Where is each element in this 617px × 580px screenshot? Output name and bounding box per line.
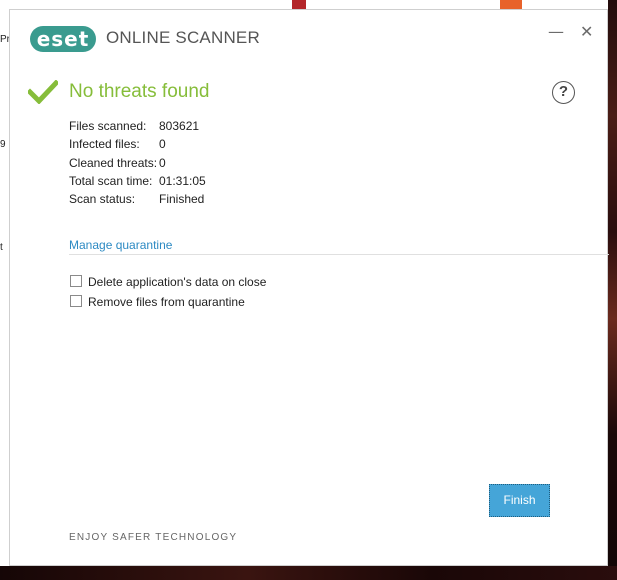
manage-quarantine-link[interactable]: Manage quarantine xyxy=(69,238,172,252)
stat-row: Scan status: Finished xyxy=(69,192,369,210)
desktop-icon-fragment xyxy=(500,0,522,9)
stat-row: Cleaned threats: 0 xyxy=(69,156,369,174)
stat-label: Cleaned threats: xyxy=(69,155,158,170)
stat-value: 0 xyxy=(159,137,166,152)
stat-row: Files scanned: 803621 xyxy=(69,119,369,137)
footer-tagline: ENJOY SAFER TECHNOLOGY xyxy=(69,532,238,543)
section-divider xyxy=(69,254,609,255)
stat-label: Files scanned: xyxy=(69,119,147,133)
desktop-right-strip xyxy=(608,0,617,580)
delete-data-checkbox[interactable] xyxy=(70,275,82,287)
scan-stats: Files scanned: 803621 Infected files: 0 … xyxy=(69,119,369,210)
stat-label: Total scan time: xyxy=(69,173,153,188)
minimize-button[interactable]: — xyxy=(548,22,564,41)
remove-quarantine-label: Remove files from quarantine xyxy=(88,295,245,309)
eset-scanner-window: eset ONLINE SCANNER — ✕ No threats found… xyxy=(9,9,609,566)
stat-value: 01:31:05 xyxy=(159,173,206,188)
stat-label: Scan status: xyxy=(69,192,136,207)
close-button[interactable]: ✕ xyxy=(580,22,593,41)
desktop-icon-fragment xyxy=(292,0,306,9)
eset-logo: eset xyxy=(30,26,96,52)
stat-value: 0 xyxy=(159,155,166,170)
remove-quarantine-checkbox[interactable] xyxy=(70,295,82,307)
delete-data-option[interactable]: Delete application's data on close xyxy=(70,275,266,289)
stat-value: Finished xyxy=(159,192,205,207)
delete-data-label: Delete application's data on close xyxy=(88,275,267,289)
desktop-fragment-text: t xyxy=(0,242,3,253)
remove-quarantine-option[interactable]: Remove files from quarantine xyxy=(70,295,245,309)
checkmark-icon xyxy=(28,80,58,104)
desktop-left-strip xyxy=(0,0,9,580)
stat-row: Infected files: 0 xyxy=(69,137,369,155)
finish-button[interactable]: Finish xyxy=(489,484,550,517)
stat-value: 803621 xyxy=(159,119,200,133)
result-title: No threats found xyxy=(69,81,210,102)
desktop-bottom-strip xyxy=(0,566,617,580)
desktop-fragment-text: 9 xyxy=(0,139,6,150)
help-icon[interactable]: ? xyxy=(552,81,575,104)
stat-label: Infected files: xyxy=(69,137,140,152)
app-title: ONLINE SCANNER xyxy=(106,28,260,47)
stat-row: Total scan time: 01:31:05 xyxy=(69,174,369,192)
